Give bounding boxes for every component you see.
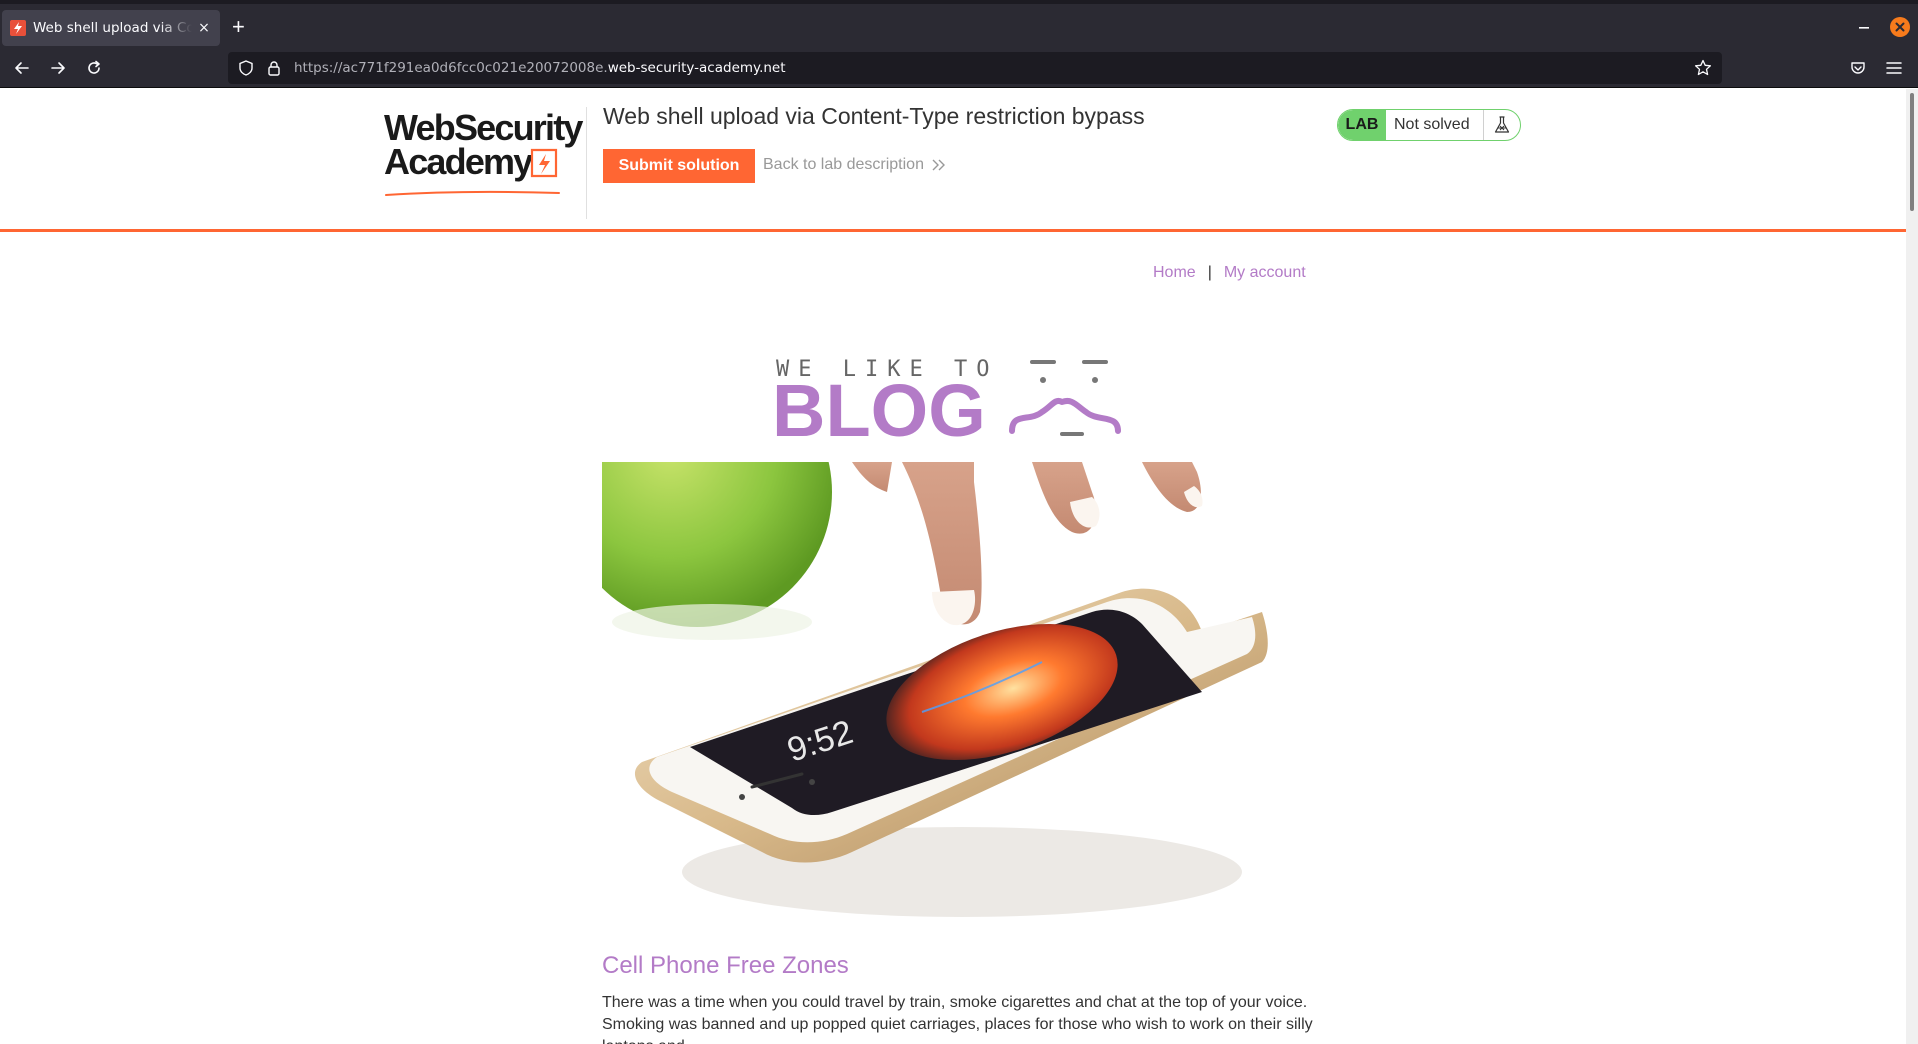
blog-banner: WE LIKE TO BLOG	[772, 357, 1121, 442]
hamburger-menu-icon[interactable]	[1884, 58, 1904, 78]
arrow-left-icon[interactable]	[10, 56, 34, 80]
submit-solution-button[interactable]: Submit solution	[603, 149, 755, 183]
banner-face-icon	[1009, 360, 1121, 436]
banner-big-text: BLOG	[772, 369, 986, 442]
page-viewport: WebSecurity Academy Web shell upload via…	[0, 89, 1906, 1044]
back-to-lab-description-link[interactable]: Back to lab description	[763, 156, 946, 174]
lock-icon[interactable]	[266, 60, 282, 76]
tab-close-icon[interactable]: ×	[196, 20, 212, 36]
shield-icon[interactable]	[238, 60, 254, 76]
back-link-label: Back to lab description	[763, 156, 924, 173]
header-divider	[586, 107, 587, 219]
tab-title: Web shell upload via Content-Type restri…	[33, 20, 192, 36]
lab-header: WebSecurity Academy Web shell upload via…	[0, 89, 1906, 232]
nav-home-link[interactable]: Home	[1153, 264, 1196, 281]
flask-icon	[1484, 110, 1520, 140]
logo-underline-icon	[385, 190, 560, 196]
academy-bolt-icon	[530, 148, 558, 178]
logo-text-line2: Academy	[384, 141, 533, 182]
post-excerpt: There was a time when you could travel b…	[602, 994, 1313, 1044]
url-prefix: https://ac771f291ea0d6fcc0c021e20072008e…	[294, 60, 608, 76]
star-icon[interactable]	[1694, 59, 1712, 82]
lab-badge: LAB	[1338, 110, 1386, 140]
browser-nav-bar: https://ac771f291ea0d6fcc0c021e20072008e…	[0, 48, 1918, 88]
new-tab-button[interactable]: +	[232, 16, 245, 38]
page-scrollbar[interactable]	[1906, 89, 1918, 1044]
scrollbar-thumb[interactable]	[1910, 93, 1914, 211]
nav-my-account-link[interactable]: My account	[1224, 264, 1306, 281]
browser-tab-bar: Web shell upload via Content-Type restri…	[0, 0, 1918, 48]
url-domain: web-security-academy.net	[607, 60, 786, 76]
pocket-icon[interactable]	[1848, 58, 1868, 78]
url-text[interactable]: https://ac771f291ea0d6fcc0c021e20072008e…	[294, 60, 786, 76]
minimize-window-icon[interactable]	[1858, 14, 1870, 35]
lab-title: Web shell upload via Content-Type restri…	[603, 103, 1145, 129]
browser-tab-active[interactable]: Web shell upload via Content-Type restri…	[2, 10, 220, 46]
lab-status-widget: LAB Not solved	[1337, 109, 1521, 141]
close-window-icon[interactable]	[1890, 17, 1910, 37]
post-hero-image[interactable]: 9:52	[602, 462, 1302, 932]
academy-bolt-icon	[10, 20, 26, 36]
address-bar[interactable]: https://ac771f291ea0d6fcc0c021e20072008e…	[228, 52, 1722, 84]
top-navigation: Home | My account	[1153, 264, 1306, 282]
lab-status-text: Not solved	[1386, 110, 1484, 140]
double-chevron-right-icon	[932, 159, 945, 171]
reload-icon[interactable]	[82, 56, 106, 80]
arrow-right-icon[interactable]	[46, 56, 70, 80]
post-title-link[interactable]: Cell Phone Free Zones	[602, 952, 849, 980]
nav-separator: |	[1207, 264, 1212, 281]
academy-logo[interactable]: WebSecurity Academy	[384, 109, 589, 209]
